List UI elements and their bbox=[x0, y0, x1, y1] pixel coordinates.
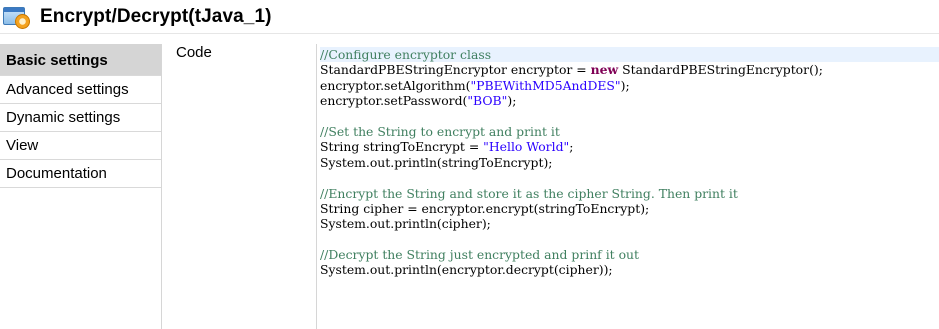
code-token-plain: String cipher = encryptor.encrypt(string… bbox=[320, 200, 650, 216]
code-token-plain: System.out.println(cipher); bbox=[320, 216, 491, 232]
code-line: StandardPBEStringEncryptor encryptor = n… bbox=[320, 62, 939, 77]
window-title: Encrypt/Decrypt(tJava_1) bbox=[40, 5, 272, 27]
code-token-plain: ; bbox=[569, 139, 574, 155]
code-token-string: "PBEWithMD5AndDES" bbox=[470, 77, 621, 93]
code-line: System.out.println(stringToEncrypt); bbox=[320, 155, 939, 170]
code-token-comment: //Configure encryptor class bbox=[320, 47, 492, 62]
settings-sidebar: Basic settings Advanced settings Dynamic… bbox=[0, 44, 162, 329]
code-token-keyword: new bbox=[590, 62, 619, 78]
code-line: //Encrypt the String and store it as the… bbox=[320, 186, 939, 201]
code-token-string: "BOB" bbox=[467, 93, 508, 109]
code-editor[interactable]: //Configure encryptor class StandardPBESt… bbox=[316, 44, 939, 329]
sidebar-item-documentation[interactable]: Documentation bbox=[0, 160, 161, 188]
code-field-label: Code bbox=[176, 44, 212, 61]
code-line: //Decrypt the String just encrypted and … bbox=[320, 247, 939, 262]
code-token-comment: //Set the String to encrypt and print it bbox=[320, 123, 560, 139]
code-line: String stringToEncrypt = "Hello World"; bbox=[320, 139, 939, 154]
code-line: encryptor.setAlgorithm("PBEWithMD5AndDES… bbox=[320, 78, 939, 93]
component-gear-icon bbox=[2, 4, 32, 30]
code-token-plain: System.out.println(stringToEncrypt); bbox=[320, 154, 553, 170]
code-line: //Configure encryptor class bbox=[320, 47, 939, 63]
code-token-plain: String stringToEncrypt = bbox=[320, 139, 484, 155]
code-token-plain: StandardPBEStringEncryptor encryptor = bbox=[320, 62, 591, 78]
code-token-plain: System.out.println(encryptor.decrypt(cip… bbox=[320, 262, 613, 278]
code-token-plain: ); bbox=[507, 93, 517, 109]
code-token-plain: ); bbox=[620, 77, 630, 93]
sidebar-item-advanced-settings[interactable]: Advanced settings bbox=[0, 76, 161, 104]
sidebar-item-dynamic-settings[interactable]: Dynamic settings bbox=[0, 104, 161, 132]
code-token-string: "Hello World" bbox=[483, 139, 570, 155]
sidebar-item-view[interactable]: View bbox=[0, 132, 161, 160]
code-line: encryptor.setPassword("BOB"); bbox=[320, 93, 939, 108]
code-line: String cipher = encryptor.encrypt(string… bbox=[320, 201, 939, 216]
title-bar: Encrypt/Decrypt(tJava_1) bbox=[0, 0, 939, 34]
code-line: //Set the String to encrypt and print it bbox=[320, 124, 939, 139]
code-token-plain: encryptor.setAlgorithm( bbox=[320, 77, 471, 93]
code-token-comment: //Decrypt the String just encrypted and … bbox=[320, 247, 640, 263]
code-token-comment: //Encrypt the String and store it as the… bbox=[320, 185, 738, 201]
code-line: System.out.println(encryptor.decrypt(cip… bbox=[320, 262, 939, 277]
sidebar-item-basic-settings[interactable]: Basic settings bbox=[0, 44, 161, 76]
code-token-plain: StandardPBEStringEncryptor(); bbox=[618, 62, 823, 78]
code-line: System.out.println(cipher); bbox=[320, 216, 939, 231]
code-token-plain: encryptor.setPassword( bbox=[320, 93, 468, 109]
